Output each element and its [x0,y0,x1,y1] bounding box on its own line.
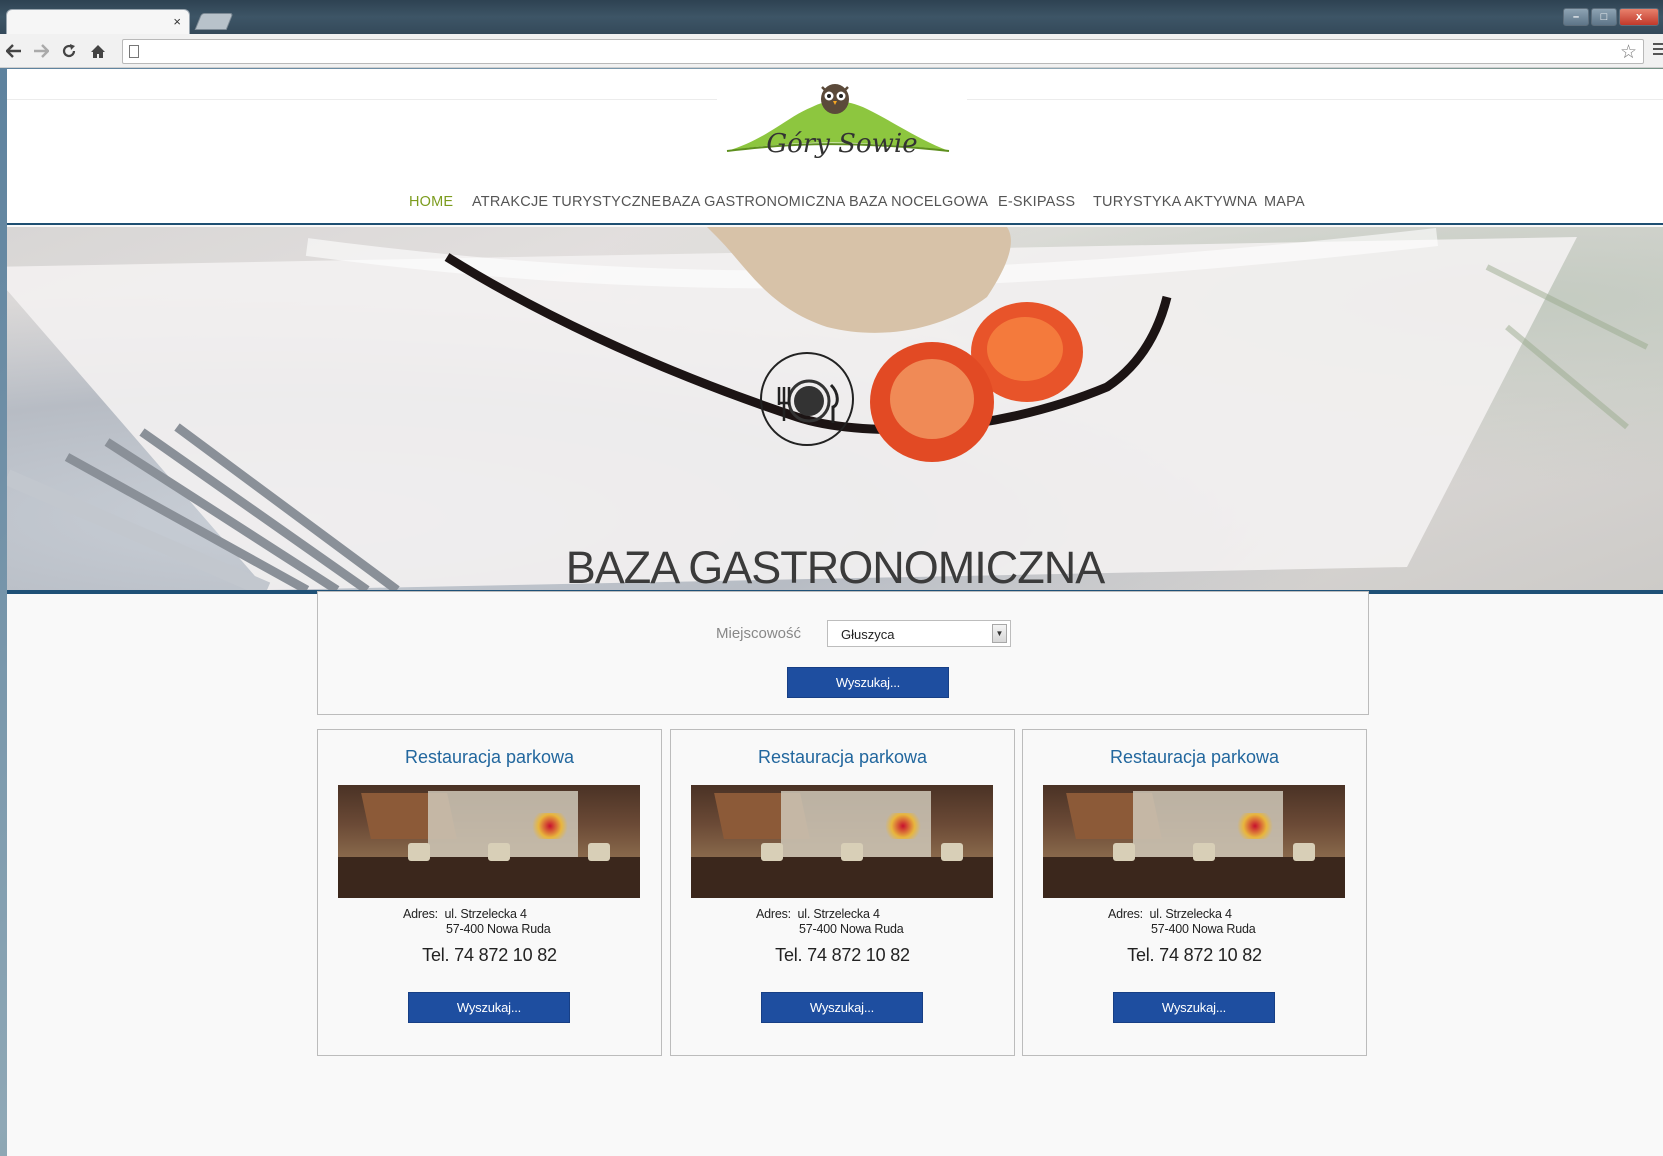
window-controls: – □ x [1563,8,1659,26]
forward-arrow-icon[interactable] [29,39,53,63]
browser-tabstrip: × – □ x [0,0,1663,34]
town-label: Miejscowość [716,625,802,642]
home-icon[interactable] [86,39,110,63]
back-arrow-icon[interactable] [2,39,26,63]
address-label: Adres: [403,907,438,921]
nav-item-baza-nocelgowa[interactable]: BAZA NOCELGOWA [849,187,988,217]
page-viewport: Góry Sowie HOME ATRAKCJE TURYSTYCZNE BAZ… [7,69,1663,1156]
address-city: 57-400 Nowa Ruda [1151,922,1256,936]
nav-item-baza-gastronomiczna[interactable]: BAZA GASTRONOMICZNA [662,187,845,217]
search-button[interactable]: Wyszukaj... [787,667,949,698]
restaurant-card: Restauracja parkowa Adres: ul. Strzeleck… [1022,729,1367,1056]
town-select-value: Głuszyca [841,627,895,642]
card-address: Adres: ul. Strzelecka 4 57-400 Nowa Ruda [403,907,551,937]
browser-toolbar: ☆ [0,34,1663,68]
card-address: Adres: ul. Strzelecka 4 57-400 Nowa Ruda [756,907,904,937]
new-tab-button[interactable] [194,13,234,30]
restaurant-card: Restauracja parkowa Adres: ul. Strzeleck… [317,729,662,1056]
nav-item-atrakcje-turystyczne[interactable]: ATRAKCJE TURYSTYCZNE [472,187,661,217]
browser-menu-icon[interactable] [1653,43,1663,57]
card-search-button[interactable]: Wyszukaj... [761,992,923,1023]
bookmark-star-icon[interactable]: ☆ [1620,41,1637,64]
nav-item-e-skipass[interactable]: E-SKIPASS [998,187,1075,217]
search-panel: Miejscowość Głuszyca ▼ Wyszukaj... [317,591,1369,715]
card-phone: Tel. 74 872 10 82 [775,945,910,965]
restaurant-plate-icon [760,352,854,446]
card-phone: Tel. 74 872 10 82 [1127,945,1262,965]
address-street: ul. Strzelecka 4 [797,907,880,921]
nav-item-mapa[interactable]: MAPA [1264,187,1305,217]
address-city: 57-400 Nowa Ruda [446,922,551,936]
maximize-button[interactable]: □ [1591,8,1617,26]
restaurant-card: Restauracja parkowa Adres: ul. Strzeleck… [670,729,1015,1056]
restaurant-photo[interactable] [1043,785,1345,898]
address-label: Adres: [1108,907,1143,921]
hero-title: BAZA GASTRONOMICZNA [565,542,1106,591]
nav-item-home[interactable]: HOME [409,187,453,217]
hero-banner: BAZA GASTRONOMICZNA [7,227,1663,590]
logo-text: Góry Sowie [766,129,918,159]
address-street: ul. Strzelecka 4 [444,907,527,921]
site-header: Góry Sowie HOME ATRAKCJE TURYSTYCZNE BAZ… [7,69,1663,225]
card-title[interactable]: Restauracja parkowa [671,747,1014,768]
address-city: 57-400 Nowa Ruda [799,922,904,936]
chevron-down-icon[interactable]: ▼ [992,624,1007,643]
browser-tab[interactable]: × [6,9,190,34]
page-icon [129,45,139,58]
minimize-button[interactable]: – [1563,8,1589,26]
card-title[interactable]: Restauracja parkowa [318,747,661,768]
restaurant-photo[interactable] [691,785,993,898]
card-title[interactable]: Restauracja parkowa [1023,747,1366,768]
card-address: Adres: ul. Strzelecka 4 57-400 Nowa Ruda [1108,907,1256,937]
tab-close-icon[interactable]: × [173,13,181,31]
close-window-button[interactable]: x [1619,8,1659,26]
card-search-button[interactable]: Wyszukaj... [408,992,570,1023]
card-phone: Tel. 74 872 10 82 [422,945,557,965]
reload-icon[interactable] [57,39,81,63]
address-label: Adres: [756,907,791,921]
address-bar[interactable]: ☆ [122,39,1644,64]
site-logo[interactable]: Góry Sowie [717,77,967,167]
card-search-button[interactable]: Wyszukaj... [1113,992,1275,1023]
main-nav: HOME ATRAKCJE TURYSTYCZNE BAZA GASTRONOM… [7,187,1663,217]
address-street: ul. Strzelecka 4 [1149,907,1232,921]
town-select[interactable]: Głuszyca ▼ [827,620,1011,647]
nav-item-turystyka-aktywna[interactable]: TURYSTYKA AKTYWNA [1093,187,1257,217]
restaurant-photo[interactable] [338,785,640,898]
